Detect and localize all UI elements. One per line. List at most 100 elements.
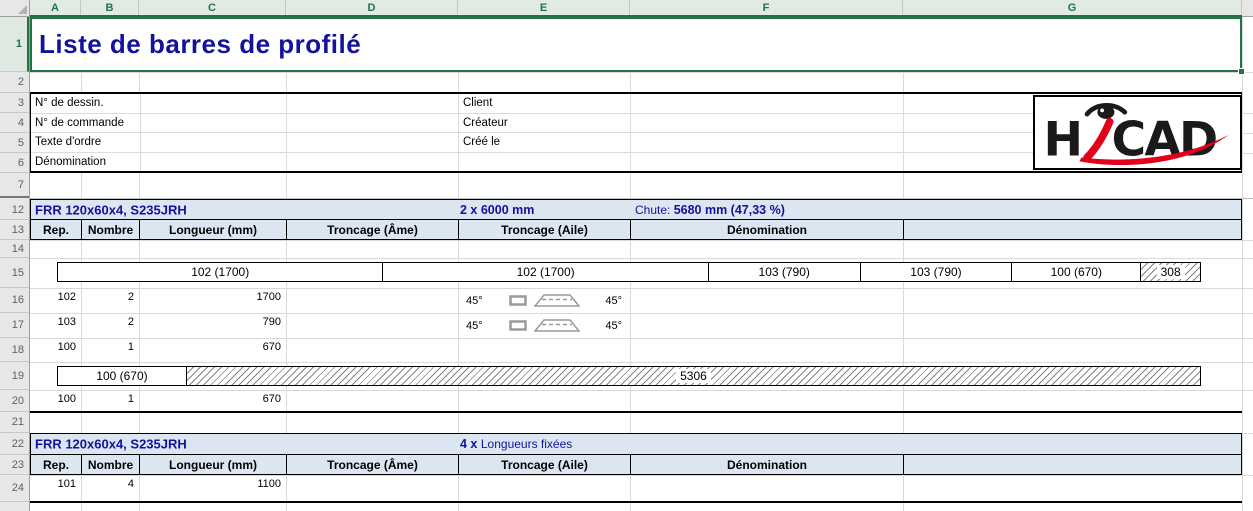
cell-rep[interactable]: 100 (30, 390, 81, 412)
cell-count[interactable]: 1 (81, 338, 139, 362)
row-header-16[interactable]: 16 (0, 288, 29, 313)
header-extra[interactable] (904, 455, 1241, 474)
section1-header-band[interactable]: FRR 120x60x4, S235JRH 2 x 6000 mm Chute:… (30, 199, 1242, 220)
cell-empty[interactable] (458, 153, 630, 172)
cell-count[interactable]: 2 (81, 313, 139, 338)
row-header-23[interactable]: 23 (0, 455, 29, 475)
cell-count[interactable]: 2 (81, 288, 139, 313)
row-header-22[interactable]: 22 (0, 433, 29, 455)
header-troncage-aile[interactable]: Troncage (Aile) (459, 220, 631, 239)
row-header-14[interactable]: 14 (0, 240, 29, 258)
row-header-24[interactable]: 24 (0, 475, 29, 502)
cell-rep[interactable]: 101 (30, 475, 81, 502)
cell-denomination[interactable] (630, 475, 903, 502)
cell-count[interactable]: 4 (81, 475, 139, 502)
cell-troncage-ame[interactable] (286, 288, 458, 313)
info-label-created-on[interactable]: Créé le (458, 133, 630, 152)
cell-empty[interactable] (140, 153, 286, 172)
cell-empty[interactable] (630, 153, 903, 172)
title-cell[interactable]: Liste de barres de profilé (30, 17, 1242, 72)
cell-empty[interactable] (140, 114, 286, 133)
info-label-order-number[interactable]: N° de commande (31, 114, 140, 133)
cell-troncage-ame[interactable] (286, 313, 458, 338)
cell-length[interactable]: 670 (139, 390, 286, 412)
cell-empty[interactable] (286, 114, 458, 133)
row-header-5[interactable]: 5 (0, 133, 29, 153)
cell-empty[interactable] (140, 133, 286, 152)
cell-length[interactable]: 790 (139, 313, 286, 338)
cell-rep[interactable]: 103 (30, 313, 81, 338)
row-header-17[interactable]: 17 (0, 313, 29, 338)
header-troncage-ame[interactable]: Troncage (Âme) (287, 220, 459, 239)
cell-denomination[interactable] (630, 288, 903, 313)
cell-denomination[interactable] (630, 338, 903, 362)
cell-troncage-aile[interactable] (458, 475, 630, 502)
cell-extra[interactable] (903, 338, 1242, 362)
cell-empty[interactable] (630, 133, 903, 152)
row-header-6[interactable]: 6 (0, 153, 29, 173)
header-rep[interactable]: Rep. (31, 220, 82, 239)
selection-fill-handle[interactable] (1238, 68, 1245, 75)
cell-extra[interactable] (903, 313, 1242, 338)
select-all-corner[interactable] (0, 0, 30, 17)
cell-troncage-aile[interactable]: 45° 45° (458, 313, 630, 338)
row-header-1[interactable]: 1 (0, 17, 29, 72)
cell-rep[interactable]: 102 (30, 288, 81, 313)
cell-troncage-ame[interactable] (286, 390, 458, 412)
cell-length[interactable]: 670 (139, 338, 286, 362)
cell-rep[interactable]: 100 (30, 338, 81, 362)
cell-length[interactable]: 1700 (139, 288, 286, 313)
header-extra[interactable] (904, 220, 1241, 239)
row-header-21[interactable]: 21 (0, 412, 29, 433)
cell-empty[interactable] (140, 94, 286, 113)
cell-empty[interactable] (630, 114, 903, 133)
row-header-7[interactable]: 7 (0, 173, 29, 198)
row-header-19[interactable]: 19 (0, 362, 29, 390)
header-nombre[interactable]: Nombre (82, 455, 140, 474)
row-header-3[interactable]: 3 (0, 93, 29, 113)
info-label-denomination[interactable]: Dénomination (31, 153, 140, 172)
header-nombre[interactable]: Nombre (82, 220, 140, 239)
cell-troncage-aile[interactable] (458, 338, 630, 362)
header-rep[interactable]: Rep. (31, 455, 82, 474)
info-label-order-text[interactable]: Texte d'ordre (31, 133, 140, 152)
cell-troncage-ame[interactable] (286, 338, 458, 362)
section2-header-band[interactable]: FRR 120x60x4, S235JRH 4 x Longueurs fixé… (30, 433, 1242, 455)
column-header-g[interactable]: G (903, 0, 1242, 16)
cell-extra[interactable] (903, 475, 1242, 502)
column-header-c[interactable]: C (139, 0, 286, 16)
header-longueur[interactable]: Longueur (mm) (140, 455, 287, 474)
row-header-2[interactable]: 2 (0, 72, 29, 93)
header-denomination[interactable]: Dénomination (631, 220, 904, 239)
row-header-20[interactable]: 20 (0, 390, 29, 412)
cell-troncage-aile[interactable]: 45° 45° (458, 288, 630, 313)
column-header-e[interactable]: E (458, 0, 630, 16)
cell-length[interactable]: 1100 (139, 475, 286, 502)
info-label-drawing-number[interactable]: N° de dessin. (31, 94, 140, 113)
cell-troncage-ame[interactable] (286, 475, 458, 502)
cell-extra[interactable] (903, 288, 1242, 313)
cell-count[interactable]: 1 (81, 390, 139, 412)
row-header-15[interactable]: 15 (0, 258, 29, 288)
cell-empty[interactable] (286, 153, 458, 172)
row-header-4[interactable]: 4 (0, 113, 29, 133)
cell-troncage-aile[interactable] (458, 390, 630, 412)
header-longueur[interactable]: Longueur (mm) (140, 220, 287, 239)
header-troncage-ame[interactable]: Troncage (Âme) (287, 455, 459, 474)
cell-extra[interactable] (903, 390, 1242, 412)
column-header-f[interactable]: F (630, 0, 903, 16)
cell-empty[interactable] (286, 133, 458, 152)
row-header-18[interactable]: 18 (0, 338, 29, 362)
cell-denomination[interactable] (630, 313, 903, 338)
column-header-b[interactable]: B (81, 0, 139, 16)
info-label-creator[interactable]: Créateur (458, 114, 630, 133)
cell-empty[interactable] (286, 94, 458, 113)
column-header-a[interactable]: A (30, 0, 81, 16)
cell-denomination[interactable] (630, 390, 903, 412)
row-header-13[interactable]: 13 (0, 220, 29, 240)
column-header-d[interactable]: D (286, 0, 458, 16)
row-header-12[interactable]: 12 (0, 200, 29, 220)
info-label-client[interactable]: Client (458, 94, 630, 113)
cell-empty[interactable] (630, 94, 903, 113)
header-denomination[interactable]: Dénomination (631, 455, 904, 474)
